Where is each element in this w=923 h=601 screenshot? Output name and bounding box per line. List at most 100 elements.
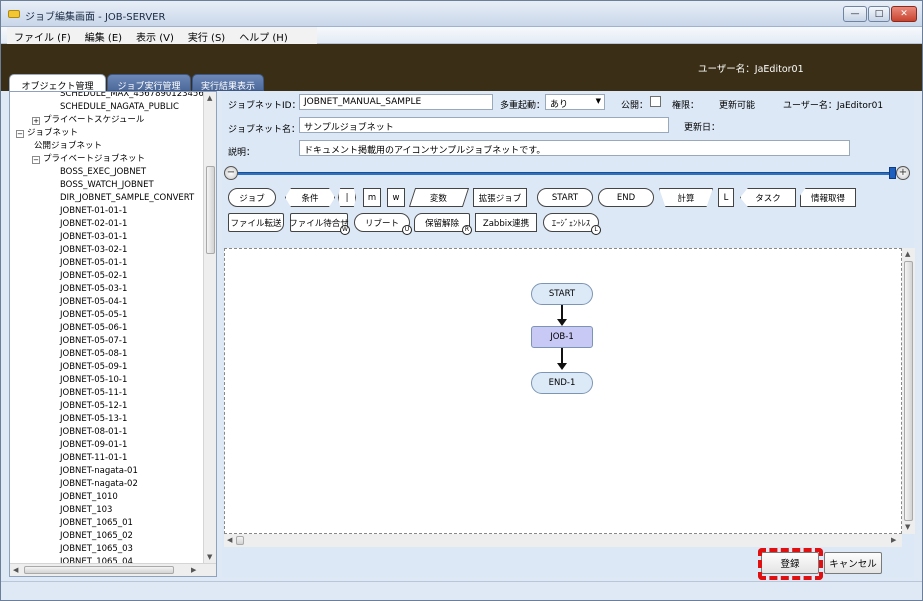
tree-item[interactable]: BOSS_EXEC_JOBNET	[60, 166, 146, 179]
tree-item[interactable]: JOBNET_1065_03	[60, 543, 133, 556]
tree-item-label: JOBNET-05-10-1	[60, 375, 128, 385]
jobnet-editor: ジョブネットID： JOBNET_MANUAL_SAMPLE 多重起動： あり …	[222, 91, 915, 577]
tab-execution-results[interactable]: 実行結果表示	[192, 74, 264, 92]
tree-item-label: JOBNET-05-08-1	[60, 349, 128, 359]
maximize-button[interactable]: □	[868, 6, 890, 22]
tree-item[interactable]: JOBNET-05-11-1	[60, 387, 127, 400]
tool-calculation-label: 計算	[677, 193, 695, 204]
tool-parallel-end[interactable]: m	[363, 188, 381, 207]
tool-variable[interactable]: 変数	[408, 188, 470, 207]
tree-item[interactable]: − ジョブネット	[16, 127, 78, 140]
tool-start[interactable]: START	[537, 188, 593, 207]
tree-item[interactable]: 公開ジョブネット	[34, 140, 102, 153]
canvas-hscroll-thumb[interactable]	[236, 536, 244, 545]
tool-l-marker[interactable]: L	[718, 188, 734, 207]
tree-horizontal-scrollbar[interactable]: ◀ ▶	[10, 563, 216, 576]
tree-item[interactable]: JOBNET-02-01-1	[60, 218, 127, 231]
collapse-icon[interactable]: −	[32, 156, 40, 164]
tree-item[interactable]: JOBNET-05-04-1	[60, 296, 127, 309]
tool-reboot[interactable]: リブート U	[354, 213, 412, 235]
tool-job[interactable]: ジョブ	[228, 188, 276, 207]
multi-start-select[interactable]: あり ▼	[545, 94, 605, 110]
tree-item[interactable]: JOBNET-05-06-1	[60, 322, 127, 335]
tree-item[interactable]: + プライベートスケジュール	[32, 114, 144, 127]
tree-item[interactable]: JOBNET-05-01-1	[60, 257, 127, 270]
tree-item[interactable]: JOBNET-05-13-1	[60, 413, 127, 426]
tool-info-get[interactable]: 情報取得	[800, 188, 856, 207]
tree-item[interactable]: − プライベートジョブネット	[32, 153, 145, 166]
tree-item[interactable]: JOBNET_103	[60, 504, 112, 517]
tool-condition[interactable]: 条件	[285, 188, 335, 207]
tool-agentless[interactable]: ｴｰｼﾞｪﾝﾄﾚｽ L	[543, 213, 601, 235]
tree-item[interactable]: JOBNET-05-05-1	[60, 309, 127, 322]
tree-item[interactable]: JOBNET_1010	[60, 491, 118, 504]
tree-item[interactable]: JOBNET-05-10-1	[60, 374, 127, 387]
close-button[interactable]: ✕	[891, 6, 917, 22]
zoom-slider-thumb[interactable]	[889, 167, 896, 179]
flow-node-end[interactable]: END-1	[531, 372, 593, 394]
tree-item[interactable]: SCHEDULE_NAGATA_PUBLIC	[60, 101, 179, 114]
tree-vertical-scrollbar[interactable]: ▲ ▼	[203, 92, 216, 564]
tree-item[interactable]: JOBNET-nagata-01	[60, 465, 138, 478]
tool-file-wait[interactable]: ファイル待合せ W	[289, 213, 350, 235]
tab-job-execution[interactable]: ジョブ実行管理	[107, 74, 191, 92]
tree-item-label: JOBNET-05-11-1	[60, 388, 128, 398]
tool-parallel-start[interactable]: |	[338, 188, 356, 207]
flow-node-job[interactable]: JOB-1	[531, 326, 593, 348]
tree-vscroll-thumb[interactable]	[206, 166, 215, 254]
canvas-horizontal-scrollbar[interactable]: ◀ ▶	[224, 534, 902, 547]
tool-file-transfer[interactable]: ファイル転送	[228, 213, 284, 232]
tool-calculation[interactable]: 計算	[659, 188, 713, 207]
tool-task[interactable]: タスク	[740, 188, 796, 207]
tree-hscroll-thumb[interactable]	[24, 566, 174, 574]
tool-hold-release[interactable]: 保留解除 R	[414, 213, 472, 235]
tab-object-management[interactable]: オブジェクト管理	[9, 74, 106, 92]
tree-item[interactable]: JOBNET_1065_02	[60, 530, 133, 543]
tree-item[interactable]: SCHEDULE_MAX_4567890123456	[60, 92, 204, 101]
badge-icon: R	[462, 225, 472, 235]
cancel-button[interactable]: キャンセル	[824, 552, 882, 574]
tree-item[interactable]: DIR_JOBNET_SAMPLE_CONVERT	[60, 192, 194, 205]
canvas-vertical-scrollbar[interactable]: ▲ ▼	[902, 248, 915, 534]
menu-edit[interactable]: 編集 (E)	[78, 27, 129, 44]
expand-icon[interactable]: +	[32, 117, 40, 125]
tree-item[interactable]: JOBNET-nagata-02	[60, 478, 138, 491]
menu-view[interactable]: 表示 (V)	[129, 27, 181, 44]
zoom-out-icon[interactable]: −	[224, 166, 238, 180]
menu-run[interactable]: 実行 (S)	[181, 27, 232, 44]
arrow-head-icon	[557, 319, 567, 326]
tree-item[interactable]: JOBNET-09-01-1	[60, 439, 127, 452]
tree-item[interactable]: BOSS_WATCH_JOBNET	[60, 179, 154, 192]
tool-extended-job[interactable]: 拡張ジョブ	[473, 188, 527, 207]
tree-item[interactable]: JOBNET-11-01-1	[60, 452, 127, 465]
zoom-in-icon[interactable]: +	[896, 166, 910, 180]
tree-item-label: JOBNET_1065_03	[60, 544, 133, 554]
minimize-button[interactable]: —	[843, 6, 867, 22]
tree-item[interactable]: JOBNET-03-01-1	[60, 231, 127, 244]
flow-node-start[interactable]: START	[531, 283, 593, 305]
tree-item[interactable]: JOBNET-05-07-1	[60, 335, 127, 348]
jobnet-id-field[interactable]: JOBNET_MANUAL_SAMPLE	[299, 94, 493, 110]
tree-item[interactable]: JOBNET-05-02-1	[60, 270, 127, 283]
tree-item[interactable]: JOBNET-01-01-1	[60, 205, 127, 218]
tool-zabbix[interactable]: Zabbix連携	[475, 213, 537, 232]
menu-file[interactable]: ファイル (F)	[7, 27, 78, 44]
tree-item[interactable]: JOBNET-05-09-1	[60, 361, 127, 374]
description-field[interactable]: ドキュメント掲載用のアイコンサンプルジョブネットです。	[299, 140, 850, 156]
tree-item-label: JOBNET-01-01-1	[60, 206, 128, 216]
tool-loop[interactable]: w	[387, 188, 405, 207]
tree-item[interactable]: JOBNET-05-12-1	[60, 400, 127, 413]
canvas-vscroll-thumb[interactable]	[904, 261, 913, 521]
jobnet-name-field[interactable]: サンプルジョブネット	[299, 117, 669, 133]
tree-item[interactable]: JOBNET-05-08-1	[60, 348, 127, 361]
flow-canvas[interactable]: START JOB-1 END-1	[224, 248, 902, 534]
tree-item[interactable]: JOBNET-08-01-1	[60, 426, 127, 439]
collapse-icon[interactable]: −	[16, 130, 24, 138]
zoom-slider[interactable]: − +	[224, 166, 910, 180]
public-checkbox[interactable]	[650, 96, 661, 107]
tree-item[interactable]: JOBNET-03-02-1	[60, 244, 127, 257]
tool-end[interactable]: END	[598, 188, 654, 207]
menu-help[interactable]: ヘルプ (H)	[232, 27, 295, 44]
tree-item[interactable]: JOBNET_1065_01	[60, 517, 133, 530]
tree-item[interactable]: JOBNET-05-03-1	[60, 283, 127, 296]
